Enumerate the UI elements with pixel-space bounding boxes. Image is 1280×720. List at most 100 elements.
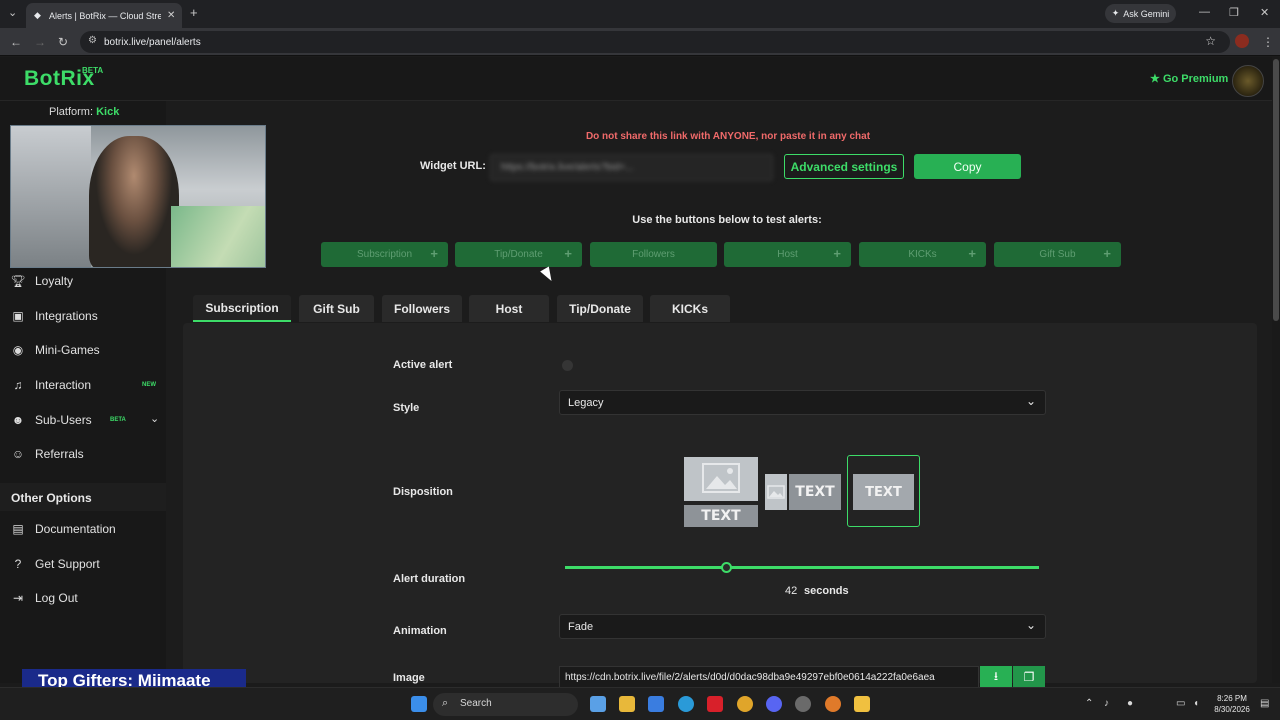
- minimize-icon[interactable]: —: [1199, 6, 1210, 18]
- image-placeholder-icon: [684, 457, 758, 501]
- url-field[interactable]: ⚙ botrix.live/panel/alerts ☆: [80, 31, 1230, 53]
- sidebar-item-loyalty[interactable]: 🏆︎ Loyalty: [10, 270, 160, 292]
- ask-gemini-button[interactable]: ✦ Ask Gemini: [1105, 4, 1176, 23]
- user-avatar[interactable]: [1232, 65, 1264, 97]
- file-explorer-icon[interactable]: [854, 696, 870, 712]
- notification-icon[interactable]: ▤: [1260, 698, 1269, 709]
- tab-tip-donate[interactable]: Tip/Donate: [557, 295, 643, 322]
- plus-icon: +: [833, 246, 841, 261]
- taskbar-search-label: Search: [460, 698, 492, 709]
- platform-indicator: Platform: Kick: [49, 106, 119, 118]
- tab-list-icon[interactable]: ⌄: [8, 6, 17, 19]
- advanced-settings-button[interactable]: Advanced settings: [784, 154, 904, 179]
- alert-duration-label: Alert duration: [393, 573, 466, 585]
- tab-kicks[interactable]: KICKs: [650, 295, 730, 322]
- tab-gift-sub[interactable]: Gift Sub: [299, 295, 374, 322]
- netflix-icon[interactable]: [707, 696, 723, 712]
- extension-icon[interactable]: [1235, 34, 1249, 48]
- animation-select[interactable]: Fade ⌄: [559, 614, 1046, 639]
- picture-icon: [702, 463, 740, 493]
- trophy-icon: 🏆︎: [10, 274, 26, 288]
- browser-tab[interactable]: ◆ Alerts | BotRix — Cloud Streaming ✕: [26, 3, 182, 28]
- disposition-image-left-option[interactable]: TEXT: [765, 474, 841, 510]
- forward-icon[interactable]: →: [34, 35, 46, 49]
- test-subscription-button[interactable]: Subscription +: [321, 242, 448, 267]
- page-scrollbar-thumb[interactable]: [1273, 59, 1279, 321]
- edge-icon[interactable]: [678, 696, 694, 712]
- sidebar-item-mini-games[interactable]: ◉ Mini-Games: [10, 339, 160, 361]
- alert-duration-value: 42: [785, 585, 798, 597]
- close-window-icon[interactable]: ✕: [1260, 6, 1269, 19]
- platform-label: Platform:: [49, 106, 94, 118]
- tab-host[interactable]: Host: [469, 295, 549, 322]
- logo-beta-badge: BETA: [82, 66, 104, 75]
- sidebar-item-sub-users[interactable]: ☻ Sub-Users: [10, 409, 160, 431]
- close-tab-icon[interactable]: ✕: [167, 10, 175, 21]
- sidebar-item-documentation[interactable]: ▤ Documentation: [10, 518, 160, 540]
- gallery-icon[interactable]: ❐: [1013, 666, 1045, 688]
- microphone-icon[interactable]: ●: [1127, 698, 1133, 709]
- network-icon[interactable]: ▭: [1176, 698, 1185, 709]
- task-view-icon[interactable]: [590, 696, 606, 712]
- site-info-icon[interactable]: ⚙: [88, 35, 97, 46]
- style-value: Legacy: [568, 397, 604, 409]
- widget-url-field[interactable]: https://botrix.live/alerts?bid=...: [490, 154, 773, 181]
- tray-chevron-icon[interactable]: ⌃: [1085, 698, 1093, 709]
- speaker-icon[interactable]: ♪: [1104, 698, 1109, 709]
- sidebar-item-get-support[interactable]: ? Get Support: [10, 553, 160, 575]
- widgets-icon[interactable]: [619, 696, 635, 712]
- test-kicks-button[interactable]: KICKs +: [859, 242, 986, 267]
- test-tip-donate-button[interactable]: Tip/Donate +: [455, 242, 582, 267]
- sidebar-item-interaction[interactable]: ♫ Interaction: [10, 374, 160, 396]
- browser-menu-icon[interactable]: ⋮: [1262, 35, 1274, 49]
- taskbar-search[interactable]: ⌕ Search: [433, 693, 578, 716]
- reload-icon[interactable]: ↻: [58, 35, 68, 49]
- chrome-icon[interactable]: [737, 696, 753, 712]
- page: BotRix BETA ★ Go Premium Platform: Kick …: [0, 57, 1280, 694]
- bookmark-star-icon[interactable]: ☆: [1205, 34, 1216, 48]
- gamepad-icon: ◉: [12, 343, 24, 357]
- sidebar-item-label: Documentation: [35, 522, 116, 536]
- store-icon[interactable]: [648, 696, 664, 712]
- alert-duration-slider-handle[interactable]: [720, 562, 732, 573]
- image-url-field[interactable]: https://cdn.botrix.live/file/2/alerts/d0…: [559, 666, 979, 688]
- test-button-label: Subscription: [356, 249, 413, 260]
- active-alert-toggle[interactable]: [562, 360, 573, 371]
- taskbar-clock[interactable]: 8:26 PM 8/30/2026: [1207, 693, 1257, 715]
- go-premium-link[interactable]: ★ Go Premium: [1150, 72, 1228, 85]
- picture-icon: [767, 485, 785, 499]
- tab-title: Alerts | BotRix — Cloud Streaming: [49, 10, 161, 21]
- restore-icon[interactable]: ❐: [1229, 6, 1239, 19]
- clock-time: 8:26 PM: [1217, 694, 1247, 703]
- test-followers-button[interactable]: Followers: [590, 242, 717, 267]
- settings-icon[interactable]: [795, 696, 811, 712]
- sidebar-item-log-out[interactable]: ⇥ Log Out: [10, 587, 160, 609]
- document-icon: ▤: [12, 522, 24, 536]
- upload-icon[interactable]: ⭳: [980, 666, 1012, 688]
- test-gift-sub-button[interactable]: Gift Sub +: [994, 242, 1121, 267]
- tab-subscription[interactable]: Subscription: [193, 295, 291, 322]
- sidebar-item-label: Referrals: [35, 447, 84, 461]
- test-button-label: Host: [777, 249, 798, 260]
- discord-icon[interactable]: [766, 696, 782, 712]
- tab-followers[interactable]: Followers: [382, 295, 462, 322]
- chevron-down-icon: ⌄: [1025, 618, 1036, 632]
- volume-icon[interactable]: ◖: [1193, 698, 1199, 709]
- alert-duration-unit: seconds: [804, 585, 849, 597]
- test-host-button[interactable]: Host +: [724, 242, 851, 267]
- alert-duration-slider-track[interactable]: [565, 566, 1039, 569]
- chevron-down-icon[interactable]: ⌄: [150, 412, 159, 425]
- disposition-image-top-option[interactable]: TEXT: [684, 457, 758, 527]
- style-label: Style: [393, 402, 420, 414]
- new-tab-icon[interactable]: +: [190, 5, 198, 20]
- copy-button[interactable]: Copy: [914, 154, 1021, 179]
- chevron-down-icon: ⌄: [1025, 394, 1036, 408]
- disposition-text-over-image-option[interactable]: TEXT: [847, 455, 920, 527]
- sidebar-item-integrations[interactable]: ▣ Integrations: [10, 305, 160, 327]
- chrome-active-icon[interactable]: [825, 696, 841, 712]
- back-icon[interactable]: ←: [10, 35, 22, 49]
- windows-start-icon[interactable]: [411, 696, 427, 712]
- style-select[interactable]: Legacy ⌄: [559, 390, 1046, 415]
- ask-gemini-label: Ask Gemini: [1123, 8, 1170, 19]
- sidebar-item-referrals[interactable]: ☺ Referrals: [10, 443, 160, 465]
